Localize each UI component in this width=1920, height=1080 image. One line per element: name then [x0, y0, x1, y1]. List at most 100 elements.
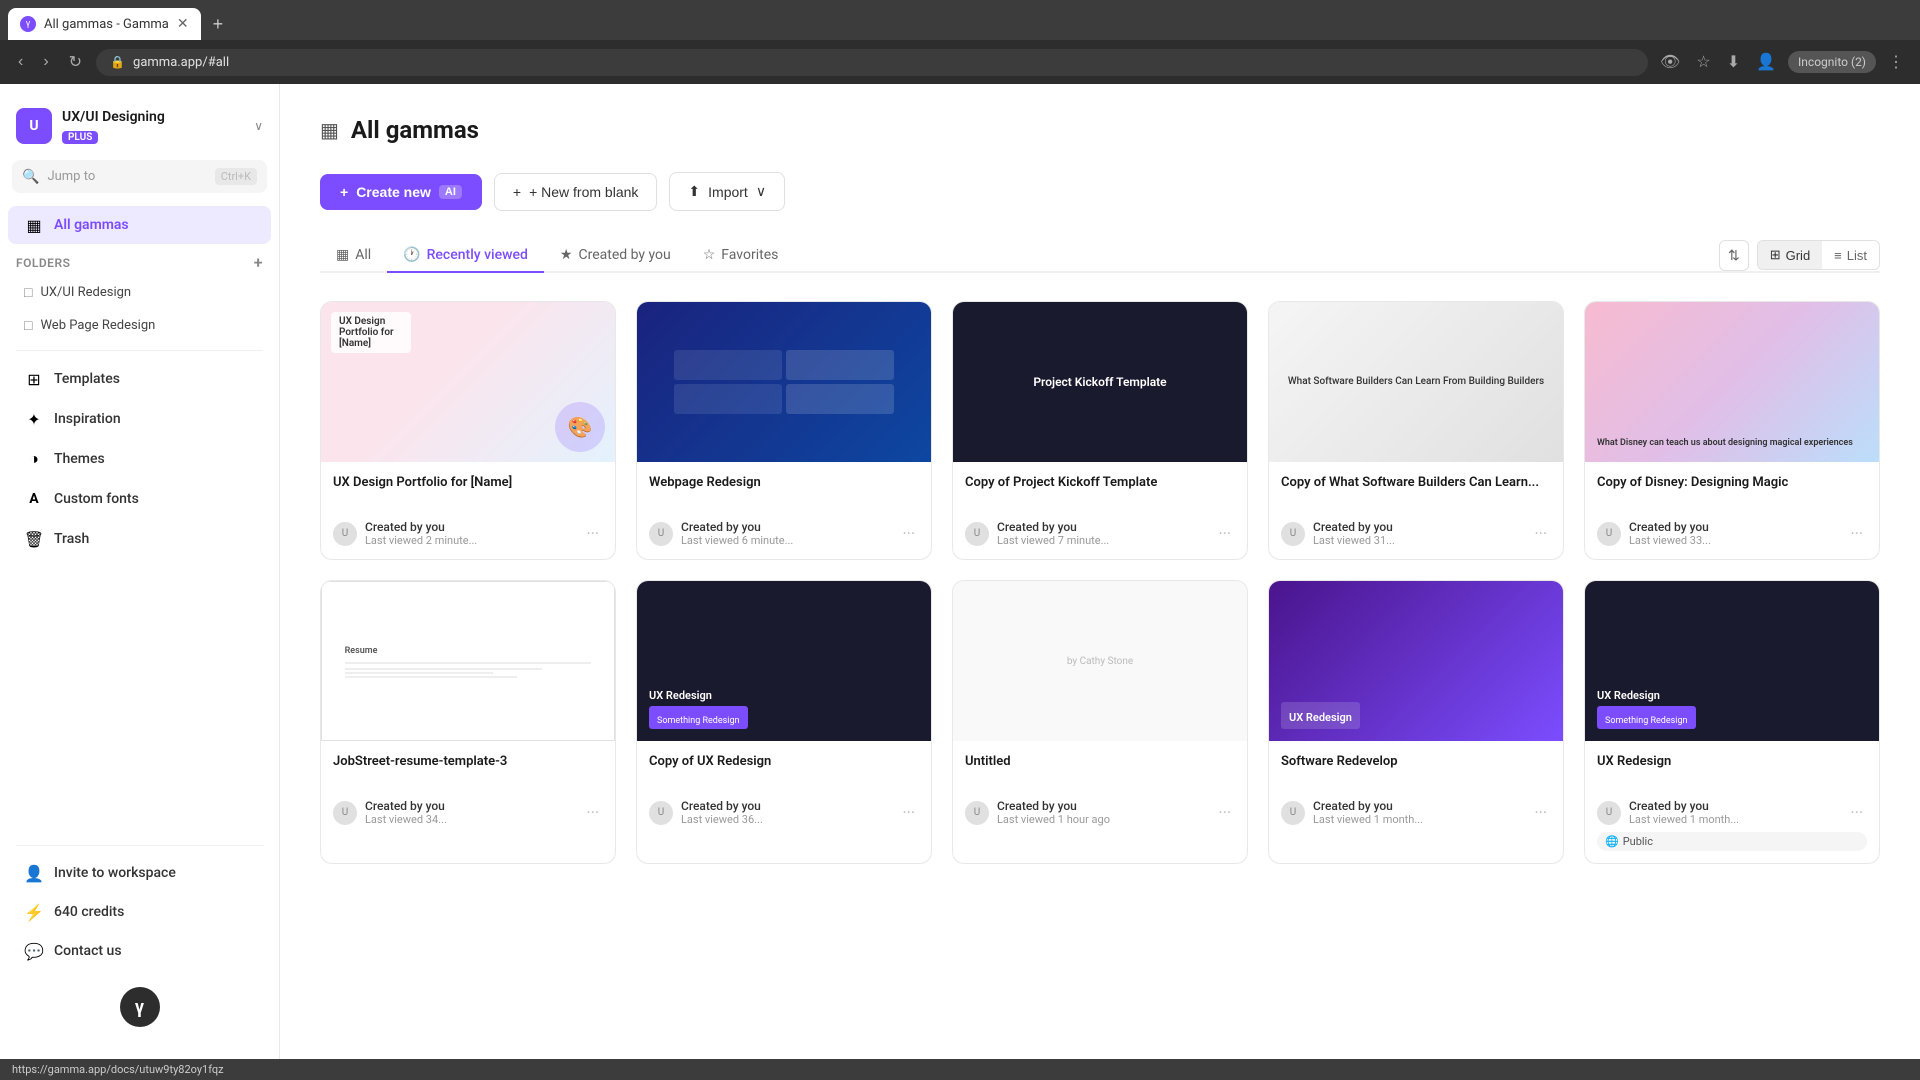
folders-section: Folders +: [0, 245, 279, 276]
create-new-button[interactable]: + Create new AI: [320, 174, 482, 210]
card-copy-disney[interactable]: What Disney can teach us about designing…: [1584, 301, 1880, 560]
lock-icon: 🔒: [110, 55, 125, 69]
card-body: Software Redevelop U Created by you Last…: [1269, 741, 1563, 838]
filter-tab-created-by-you[interactable]: ★ Created by you: [544, 239, 687, 273]
search-bar[interactable]: 🔍 Jump to Ctrl+K: [12, 160, 267, 193]
card-meta: U Created by you Last viewed 36... ···: [649, 799, 919, 826]
divider: [16, 845, 263, 846]
sidebar-item-all-gammas[interactable]: ▦ All gammas: [8, 206, 271, 244]
card-info: Created by you Last viewed 33...: [1629, 520, 1838, 547]
card-copy-software-builders[interactable]: What Software Builders Can Learn From Bu…: [1268, 301, 1564, 560]
card-avatar: U: [333, 801, 357, 825]
workspace-avatar: U: [16, 108, 52, 144]
card-ux-redesign[interactable]: UX RedesignSomething Redesign UX Redesig…: [1584, 580, 1880, 864]
menu-icon[interactable]: ⋮: [1884, 48, 1908, 76]
list-view-button[interactable]: ≡ List: [1822, 241, 1879, 269]
active-tab[interactable]: γ All gammas - Gamma ✕: [8, 8, 201, 40]
workspace-header[interactable]: U UX/UI Designing PLUS ∨: [0, 100, 279, 160]
card-info: Created by you Last viewed 1 month...: [1629, 799, 1838, 826]
filter-tab-label: All: [355, 247, 371, 263]
card-thumbnail: UX RedesignSomething Redesign: [1585, 581, 1879, 741]
card-webpage-redesign[interactable]: Webpage Redesign U Created by you Last v…: [636, 301, 932, 560]
card-software-redevelop[interactable]: UX Redesign Software Redevelop U Created…: [1268, 580, 1564, 864]
card-more-button[interactable]: ···: [898, 522, 919, 545]
sidebar-item-contact[interactable]: 💬 Contact us: [8, 932, 271, 970]
card-more-button[interactable]: ···: [1846, 801, 1867, 824]
card-ux-design-portfolio[interactable]: UX Design Portfolio for [Name]🎨 UX Desig…: [320, 301, 616, 560]
list-icon: ≡: [1834, 248, 1842, 263]
folders-label: Folders +: [16, 253, 263, 272]
profile-icon[interactable]: 👤: [1752, 48, 1780, 76]
add-folder-button[interactable]: +: [254, 253, 263, 272]
card-title: UX Redesign: [1597, 753, 1867, 789]
import-button[interactable]: ⬆ Import ∨: [669, 172, 785, 211]
public-badge: 🌐Public: [1597, 832, 1867, 851]
card-body: UX Design Portfolio for [Name] U Created…: [321, 462, 615, 559]
card-title: Copy of Project Kickoff Template: [965, 474, 1235, 510]
card-more-button[interactable]: ···: [1530, 801, 1551, 824]
card-untitled[interactable]: by Cathy Stone Untitled U Created by you…: [952, 580, 1248, 864]
card-author: Created by you: [681, 520, 890, 534]
sidebar-item-invite[interactable]: 👤 Invite to workspace: [8, 854, 271, 892]
reload-button[interactable]: ↻: [63, 48, 88, 76]
card-copy-ux-redesign[interactable]: UX RedesignSomething Redesign Copy of UX…: [636, 580, 932, 864]
status-bar: https://gamma.app/docs/utuw9ty82oy1fqz: [0, 1059, 1920, 1080]
card-time: Last viewed 1 month...: [1313, 813, 1522, 826]
search-icon: 🔍: [22, 169, 39, 185]
download-icon[interactable]: ⬇: [1723, 48, 1744, 76]
new-from-blank-button[interactable]: + + New from blank: [494, 173, 658, 211]
card-jobstreet-resume[interactable]: Resume JobStreet-resume-template-3 U Cre…: [320, 580, 616, 864]
card-more-button[interactable]: ···: [1846, 522, 1867, 545]
card-more-button[interactable]: ···: [582, 801, 603, 824]
back-button[interactable]: ‹: [12, 49, 29, 75]
folder-item-web-page-redesign[interactable]: □ Web Page Redesign: [8, 310, 271, 341]
card-avatar: U: [649, 522, 673, 546]
custom-fonts-icon: A: [24, 489, 44, 509]
card-title: Copy of Disney: Designing Magic: [1597, 474, 1867, 510]
card-body: Webpage Redesign U Created by you Last v…: [637, 462, 931, 559]
filter-tab-favorites[interactable]: ☆ Favorites: [687, 239, 795, 273]
address-bar[interactable]: 🔒 gamma.app/#all: [96, 49, 1648, 76]
sidebar-item-themes[interactable]: ◑ Themes: [8, 440, 271, 478]
card-author: Created by you: [1629, 799, 1838, 813]
card-more-button[interactable]: ···: [1530, 522, 1551, 545]
sidebar-item-trash[interactable]: 🗑 Trash: [8, 520, 271, 558]
card-author: Created by you: [1629, 520, 1838, 534]
eye-slash-icon[interactable]: 👁: [1656, 48, 1684, 76]
card-thumbnail: by Cathy Stone: [953, 581, 1247, 741]
card-more-button[interactable]: ···: [898, 801, 919, 824]
card-more-button[interactable]: ···: [1214, 522, 1235, 545]
folder-label: Web Page Redesign: [40, 318, 155, 333]
star-icon[interactable]: ☆: [1692, 48, 1714, 76]
card-avatar: U: [1597, 801, 1621, 825]
sidebar-item-credits[interactable]: ⚡ 640 credits: [8, 893, 271, 931]
filter-tab-recently-viewed[interactable]: 🕐 Recently viewed: [387, 239, 544, 273]
sidebar-logo: γ: [0, 971, 279, 1043]
new-tab-button[interactable]: +: [205, 10, 232, 39]
card-avatar: U: [649, 801, 673, 825]
sidebar-item-inspiration[interactable]: ✦ Inspiration: [8, 400, 271, 438]
templates-icon: ⊞: [24, 369, 44, 389]
sort-button[interactable]: ⇅: [1719, 240, 1749, 271]
card-more-button[interactable]: ···: [1214, 801, 1235, 824]
card-time: Last viewed 1 hour ago: [997, 813, 1206, 826]
card-copy-project-kickoff[interactable]: Project Kickoff Template Copy of Project…: [952, 301, 1248, 560]
card-body: UX Redesign U Created by you Last viewed…: [1585, 741, 1879, 863]
sidebar-item-label: Custom fonts: [54, 491, 139, 507]
card-body: Copy of What Software Builders Can Learn…: [1269, 462, 1563, 559]
page-icon: ▦: [320, 118, 339, 142]
filter-tab-all[interactable]: ▦ All: [320, 239, 387, 273]
app: U UX/UI Designing PLUS ∨ 🔍 Jump to Ctrl+…: [0, 84, 1920, 1059]
sidebar-item-templates[interactable]: ⊞ Templates: [8, 360, 271, 398]
nav-bar: ‹ › ↻ 🔒 gamma.app/#all 👁 ☆ ⬇ 👤 Incognito…: [0, 40, 1920, 84]
all-gammas-icon: ▦: [24, 215, 44, 235]
forward-button[interactable]: ›: [37, 49, 54, 75]
sidebar-item-custom-fonts[interactable]: A Custom fonts: [8, 480, 271, 518]
tab-close-button[interactable]: ✕: [177, 16, 189, 32]
folder-item-ux-ui-redesign[interactable]: □ UX/UI Redesign: [8, 277, 271, 308]
card-body: Copy of Project Kickoff Template U Creat…: [953, 462, 1247, 559]
card-title: Webpage Redesign: [649, 474, 919, 510]
grid-view-button[interactable]: ⊞ Grid: [1758, 241, 1822, 269]
card-more-button[interactable]: ···: [582, 522, 603, 545]
page-header: ▦ All gammas: [320, 116, 1880, 144]
